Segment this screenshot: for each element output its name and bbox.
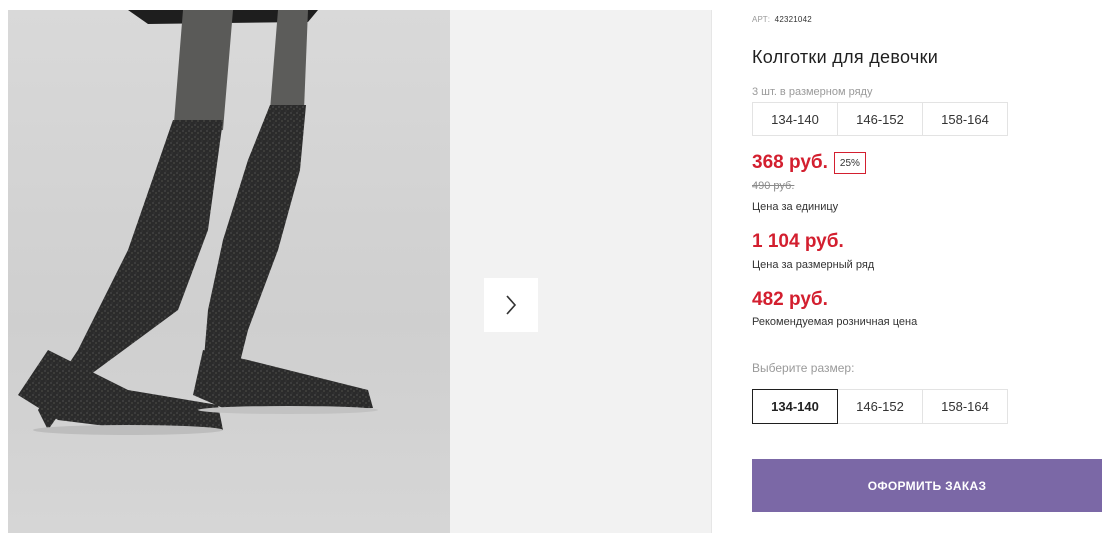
pack-size-item: 134-140 xyxy=(752,102,838,136)
retail-price-caption: Рекомендуемая розничная цена xyxy=(752,316,918,328)
product-info: АРТ: 42321042 Колготки для девочки 3 шт.… xyxy=(752,0,1104,533)
old-price: 490 руб. xyxy=(752,180,795,192)
price-block: 368 руб. 25% xyxy=(752,152,866,174)
discount-badge: 25% xyxy=(833,152,866,174)
sku-value: 42321042 xyxy=(774,15,812,24)
product-title: Колготки для девочки xyxy=(752,47,939,67)
pack-price: 1 104 руб. xyxy=(752,231,844,252)
product-sku: АРТ: 42321042 xyxy=(752,15,812,24)
product-gallery xyxy=(8,10,712,533)
pack-price-caption: Цена за размерный ряд xyxy=(752,259,875,271)
size-option-146-152[interactable]: 146-152 xyxy=(837,389,923,424)
chevron-right-icon xyxy=(506,295,517,315)
sku-label: АРТ: xyxy=(752,15,771,24)
unit-price-caption: Цена за единицу xyxy=(752,201,839,213)
pack-size-item: 146-152 xyxy=(837,102,923,136)
retail-price: 482 руб. xyxy=(752,289,828,310)
size-option-158-164[interactable]: 158-164 xyxy=(922,389,1008,424)
pack-size-item: 158-164 xyxy=(922,102,1008,136)
product-photo xyxy=(8,10,450,533)
tights-illustration xyxy=(18,10,378,435)
pack-sizes: 134-140 146-152 158-164 xyxy=(752,102,1008,136)
next-image-button[interactable] xyxy=(484,278,538,332)
size-selector: 134-140 146-152 158-164 xyxy=(752,389,1008,424)
pack-label: 3 шт. в размерном ряду xyxy=(752,86,873,98)
choose-size-label: Выберите размер: xyxy=(752,361,855,375)
unit-price: 368 руб. xyxy=(752,152,828,173)
place-order-button[interactable]: ОФОРМИТЬ ЗАКАЗ xyxy=(752,459,1102,512)
size-option-134-140[interactable]: 134-140 xyxy=(752,389,838,424)
